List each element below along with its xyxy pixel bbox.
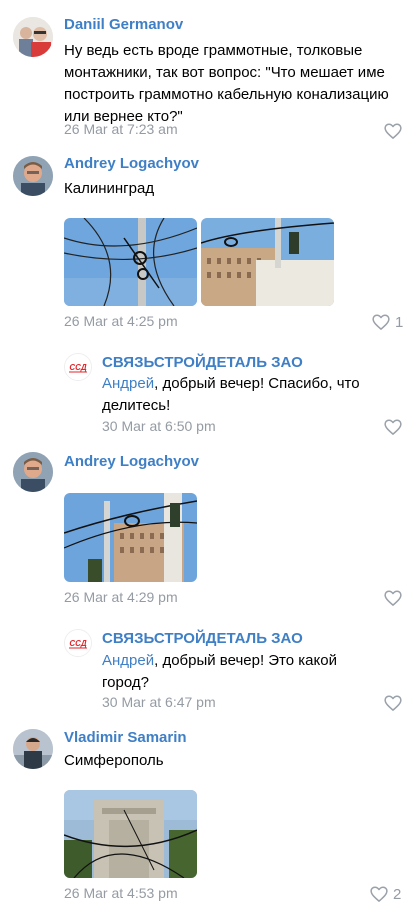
like-button[interactable] bbox=[384, 418, 402, 436]
svg-text:ССД: ССД bbox=[69, 363, 87, 372]
heart-outline-icon bbox=[384, 123, 402, 139]
comment-text: Андрей, добрый вечер! Это какой город? bbox=[102, 652, 337, 691]
photo-attachment[interactable] bbox=[64, 218, 197, 306]
photo-attachment[interactable] bbox=[64, 790, 197, 878]
author-name[interactable]: Vladimir Samarin bbox=[64, 729, 187, 746]
avatar[interactable] bbox=[13, 156, 53, 196]
author-name[interactable]: Daniil Germanov bbox=[64, 16, 183, 33]
like-button[interactable]: 2 bbox=[370, 885, 401, 903]
company-logo[interactable]: ССД bbox=[64, 629, 92, 657]
comment-timestamp: 30 Mar at 6:47 pm bbox=[102, 694, 216, 710]
comment-text: Ну ведь есть вроде граммотные, толковые … bbox=[64, 42, 389, 125]
comment-text: Андрей, добрый вечер! Спасибо, что делит… bbox=[102, 375, 360, 414]
author-name[interactable]: Andrey Logachyov bbox=[64, 453, 199, 470]
like-button[interactable]: 1 bbox=[372, 313, 403, 331]
comment-timestamp: 26 Mar at 7:23 am bbox=[64, 121, 178, 137]
like-button[interactable] bbox=[384, 589, 402, 607]
heart-outline-icon bbox=[384, 419, 402, 435]
avatar[interactable] bbox=[13, 17, 53, 57]
heart-outline-icon bbox=[384, 590, 402, 606]
like-count: 1 bbox=[395, 313, 404, 331]
author-name[interactable]: Andrey Logachyov bbox=[64, 155, 199, 172]
heart-outline-icon bbox=[384, 695, 402, 711]
photo-attachment[interactable] bbox=[64, 493, 197, 582]
comment-timestamp: 26 Mar at 4:53 pm bbox=[64, 885, 178, 901]
avatar[interactable] bbox=[13, 452, 53, 492]
mention-link[interactable]: Андрей bbox=[102, 652, 154, 669]
like-button[interactable] bbox=[384, 694, 402, 712]
author-name[interactable]: СВЯЗЬСТРОЙДЕТАЛЬ ЗАО bbox=[102, 630, 303, 647]
company-logo[interactable]: ССД bbox=[64, 353, 92, 381]
like-button[interactable] bbox=[384, 122, 402, 140]
heart-outline-icon bbox=[372, 314, 390, 330]
comment-text: Симферополь bbox=[64, 752, 164, 769]
svg-text:ССД: ССД bbox=[69, 639, 87, 648]
avatar[interactable] bbox=[13, 729, 53, 769]
mention-link[interactable]: Андрей bbox=[102, 375, 154, 392]
comment-timestamp: 26 Mar at 4:25 pm bbox=[64, 313, 178, 329]
photo-attachment[interactable] bbox=[201, 218, 334, 306]
author-name[interactable]: СВЯЗЬСТРОЙДЕТАЛЬ ЗАО bbox=[102, 354, 303, 371]
comment-timestamp: 30 Mar at 6:50 pm bbox=[102, 418, 216, 434]
comment-timestamp: 26 Mar at 4:29 pm bbox=[64, 589, 178, 605]
comment-text: Калининград bbox=[64, 180, 155, 197]
